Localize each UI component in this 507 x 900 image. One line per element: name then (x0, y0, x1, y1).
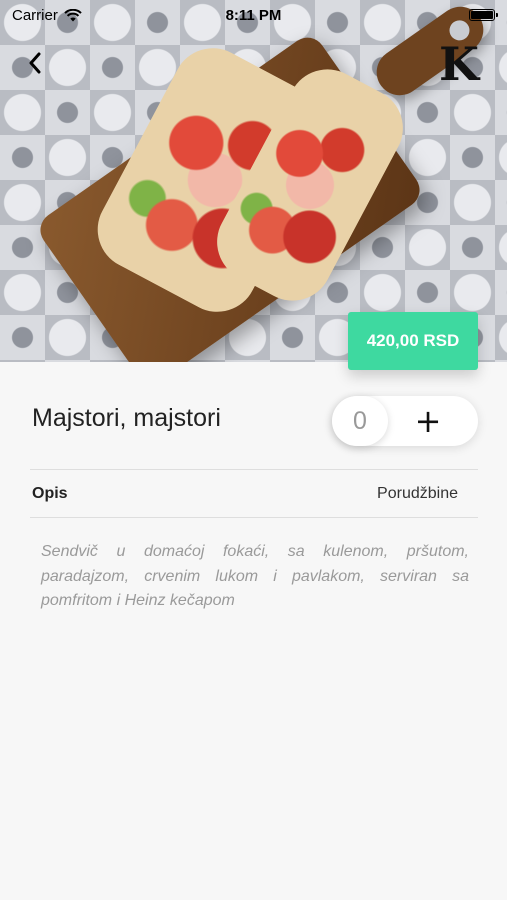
carrier-label: Carrier (12, 6, 58, 24)
brand-logo: K (439, 37, 479, 91)
status-bar: Carrier 8:11 PM (0, 0, 507, 30)
quantity-stepper: 0 + (332, 396, 478, 446)
product-title: Majstori, majstori (32, 404, 221, 432)
divider (30, 517, 478, 518)
tab-description[interactable]: Opis (32, 485, 68, 503)
chevron-left-icon (29, 52, 41, 74)
back-button[interactable] (20, 48, 50, 78)
price-badge: 420,00 RSD (348, 312, 478, 370)
tabs: Opis Porudžbine (30, 470, 478, 517)
product-description: Sendvič u domaćoj fokaći, sa kulenom, pr… (41, 543, 469, 609)
battery-icon (469, 9, 498, 21)
add-quantity-button[interactable]: + (408, 396, 448, 446)
product-image (0, 0, 507, 362)
quantity-value: 0 (332, 396, 388, 446)
wifi-icon (64, 8, 82, 21)
tab-orders[interactable]: Porudžbine (377, 485, 458, 503)
